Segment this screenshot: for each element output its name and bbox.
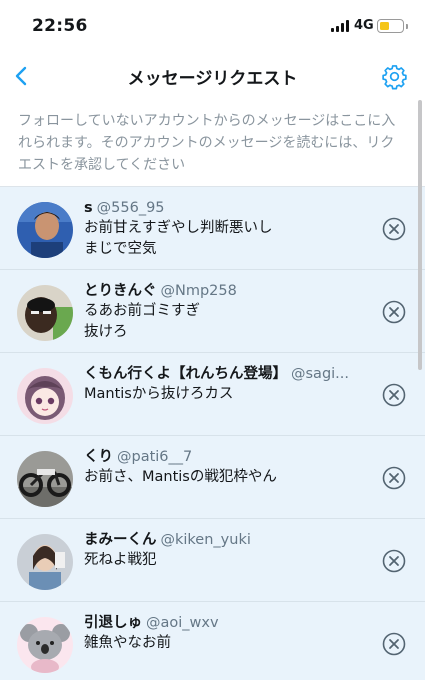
status-time: 22:56 bbox=[32, 16, 88, 36]
battery-icon bbox=[377, 19, 404, 33]
close-circle-icon bbox=[382, 549, 406, 573]
dismiss-button[interactable] bbox=[382, 217, 406, 241]
request-row[interactable]: くり @pati6__7 お前さ、Mantisの戦犯枠やん bbox=[0, 436, 425, 519]
dismiss-button[interactable] bbox=[382, 383, 406, 407]
nav-bar: メッセージリクエスト bbox=[0, 54, 425, 98]
dismiss-button[interactable] bbox=[382, 632, 406, 656]
sender-name: まみーくん bbox=[84, 532, 157, 548]
sender-name: 引退しゅ bbox=[84, 615, 142, 631]
sender-name: s bbox=[84, 200, 93, 216]
avatar[interactable] bbox=[17, 368, 73, 424]
message-line: お前さ、Mantisの戦犯枠やん bbox=[84, 469, 277, 485]
page-title: メッセージリクエスト bbox=[127, 69, 298, 89]
avatar[interactable] bbox=[17, 617, 73, 673]
settings-button[interactable] bbox=[381, 63, 408, 90]
message-line: 雑魚やなお前 bbox=[84, 635, 171, 651]
avatar[interactable] bbox=[17, 202, 73, 258]
dismiss-button[interactable] bbox=[382, 549, 406, 573]
sender-handle: @sagi... bbox=[291, 366, 349, 382]
message-line: まじで空気 bbox=[84, 241, 157, 257]
info-text: フォローしていないアカウントからのメッセージはここに入れられます。そのアカウント… bbox=[18, 113, 396, 173]
avatar[interactable] bbox=[17, 534, 73, 590]
message-line: るあお前ゴミすぎ bbox=[84, 303, 200, 319]
request-row[interactable]: とりきんぐ @Nmp258 るあお前ゴミすぎ 抜けろ bbox=[0, 270, 425, 353]
sender-name: くもん行くよ【れんちん登場】 bbox=[84, 366, 287, 382]
close-circle-icon bbox=[382, 466, 406, 490]
close-circle-icon bbox=[382, 383, 406, 407]
sender-name: とりきんぐ bbox=[84, 283, 157, 299]
request-row[interactable]: まみーくん @kiken_yuki 死ねよ戦犯 bbox=[0, 519, 425, 602]
sender-handle: @aoi_wxv bbox=[146, 615, 219, 631]
battery-cap bbox=[406, 24, 408, 29]
status-bar: 22:56 4G bbox=[0, 0, 425, 54]
sender-handle: @Nmp258 bbox=[160, 283, 237, 299]
sender-name: くり bbox=[84, 449, 113, 465]
request-row[interactable]: s @556_95 お前甘えすぎやし判断悪いし まじで空気 bbox=[0, 187, 425, 270]
request-list: s @556_95 お前甘えすぎやし判断悪いし まじで空気 とりきんぐ @Nmp25… bbox=[0, 186, 425, 680]
message-line: 死ねよ戦犯 bbox=[84, 552, 157, 568]
message-line: お前甘えすぎやし判断悪いし bbox=[84, 220, 273, 236]
sender-handle: @kiken_yuki bbox=[160, 532, 251, 548]
network-type: 4G bbox=[354, 18, 374, 33]
close-circle-icon bbox=[382, 632, 406, 656]
request-row[interactable]: くもん行くよ【れんちん登場】 @sagi... Mantisから抜けろカス bbox=[0, 353, 425, 436]
sender-handle: @pati6__7 bbox=[117, 449, 193, 465]
message-line: 抜けろ bbox=[84, 324, 128, 340]
message-line: Mantisから抜けろカス bbox=[84, 386, 234, 402]
scrollbar[interactable] bbox=[418, 100, 422, 370]
gear-icon bbox=[382, 65, 407, 90]
dismiss-button[interactable] bbox=[382, 466, 406, 490]
close-circle-icon bbox=[382, 300, 406, 324]
dismiss-button[interactable] bbox=[382, 300, 406, 324]
avatar[interactable] bbox=[17, 285, 73, 341]
close-circle-icon bbox=[382, 217, 406, 241]
sender-handle: @556_95 bbox=[96, 200, 165, 216]
signal-strength-icon bbox=[331, 20, 349, 32]
request-row[interactable]: 引退しゅ @aoi_wxv 雑魚やなお前 bbox=[0, 602, 425, 680]
avatar[interactable] bbox=[17, 451, 73, 507]
